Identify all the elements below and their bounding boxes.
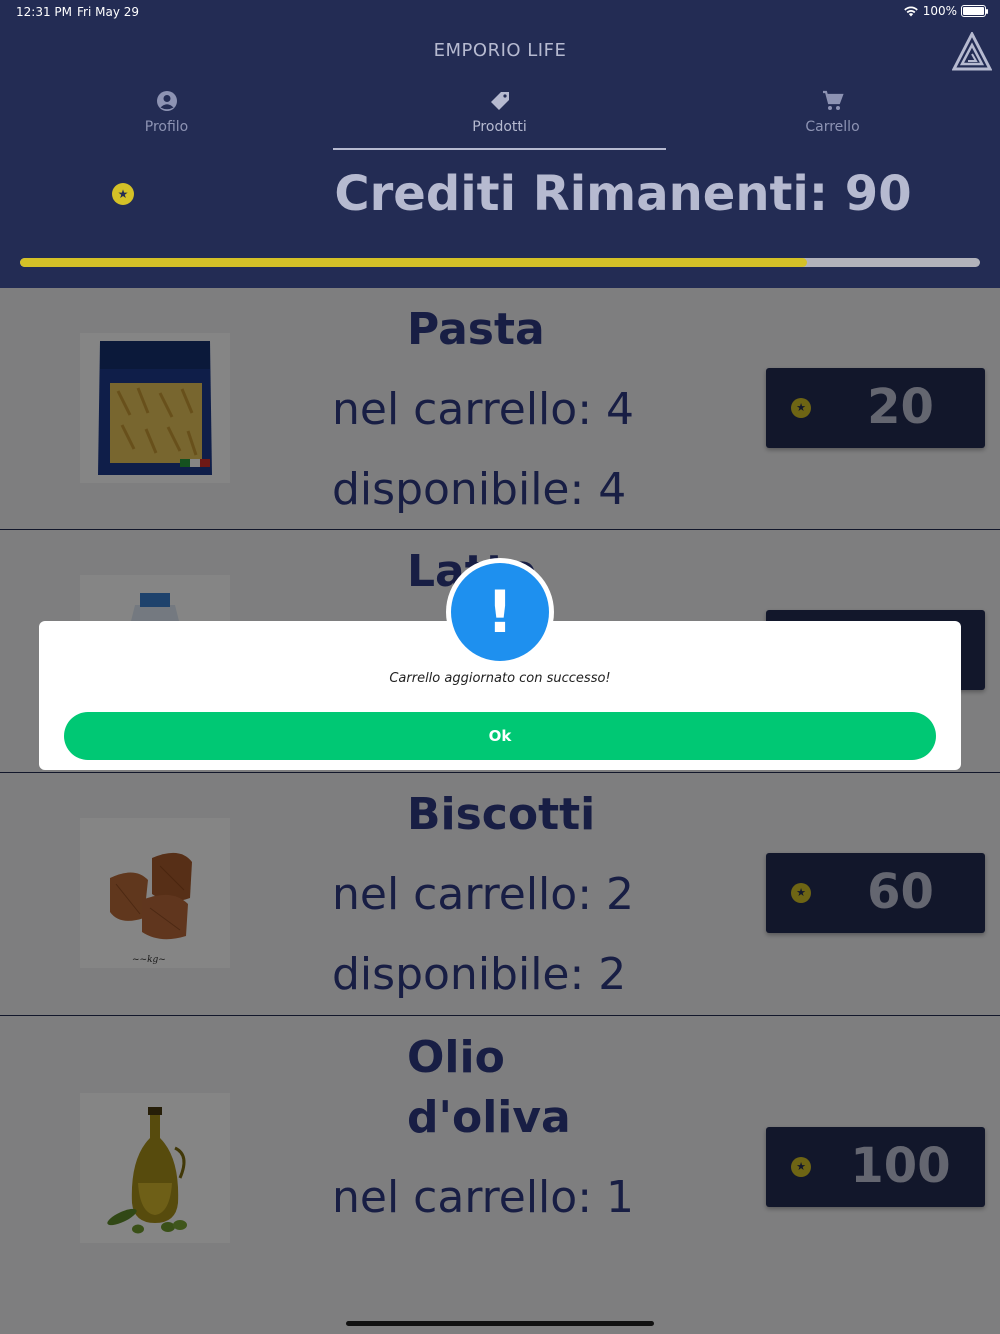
- tab-prodotti[interactable]: Prodotti: [333, 84, 666, 152]
- tab-profilo[interactable]: Profilo: [0, 84, 333, 152]
- tab-prodotti-label: Prodotti: [472, 119, 527, 135]
- user-icon: [156, 91, 177, 111]
- app-title: EMPORIO LIFE: [433, 40, 567, 61]
- cart-icon: [822, 90, 844, 110]
- credits-label: Crediti Rimanenti: 90: [334, 166, 912, 222]
- credits-row: ★ Crediti Rimanenti: 90: [0, 162, 1000, 236]
- exclamation-icon-inner: !: [451, 563, 549, 661]
- tag-icon: [490, 92, 509, 110]
- battery-icon: [961, 5, 988, 17]
- dialog-message: Carrello aggiornato con successo!: [389, 671, 611, 686]
- home-indicator[interactable]: [346, 1321, 654, 1326]
- credits-progress-area: [0, 238, 1000, 288]
- ok-button[interactable]: Ok: [64, 712, 936, 760]
- status-date: Fri May 29: [77, 5, 140, 19]
- status-time: 12:31 PM: [16, 5, 72, 19]
- status-bar: 12:31 PM Fri May 29 100%: [0, 0, 1000, 24]
- triangle-logo-icon[interactable]: [952, 32, 992, 72]
- status-right: 100%: [903, 4, 988, 18]
- exclamation-icon: !: [446, 558, 554, 666]
- tab-carrello[interactable]: Carrello: [666, 84, 999, 152]
- tab-carrello-label: Carrello: [805, 119, 860, 135]
- star-icon: ★: [112, 183, 134, 205]
- app-header: EMPORIO LIFE Profilo Prodotti Carrello ★…: [0, 24, 1000, 238]
- tab-bar: Profilo Prodotti Carrello: [0, 84, 1000, 152]
- credits-progress-fill: [20, 258, 808, 267]
- credits-progress-bar: [20, 258, 980, 267]
- battery-percent: 100%: [922, 4, 957, 18]
- wifi-icon: [903, 6, 918, 17]
- tab-profilo-label: Profilo: [144, 119, 189, 135]
- modal-overlay[interactable]: [0, 288, 1000, 1334]
